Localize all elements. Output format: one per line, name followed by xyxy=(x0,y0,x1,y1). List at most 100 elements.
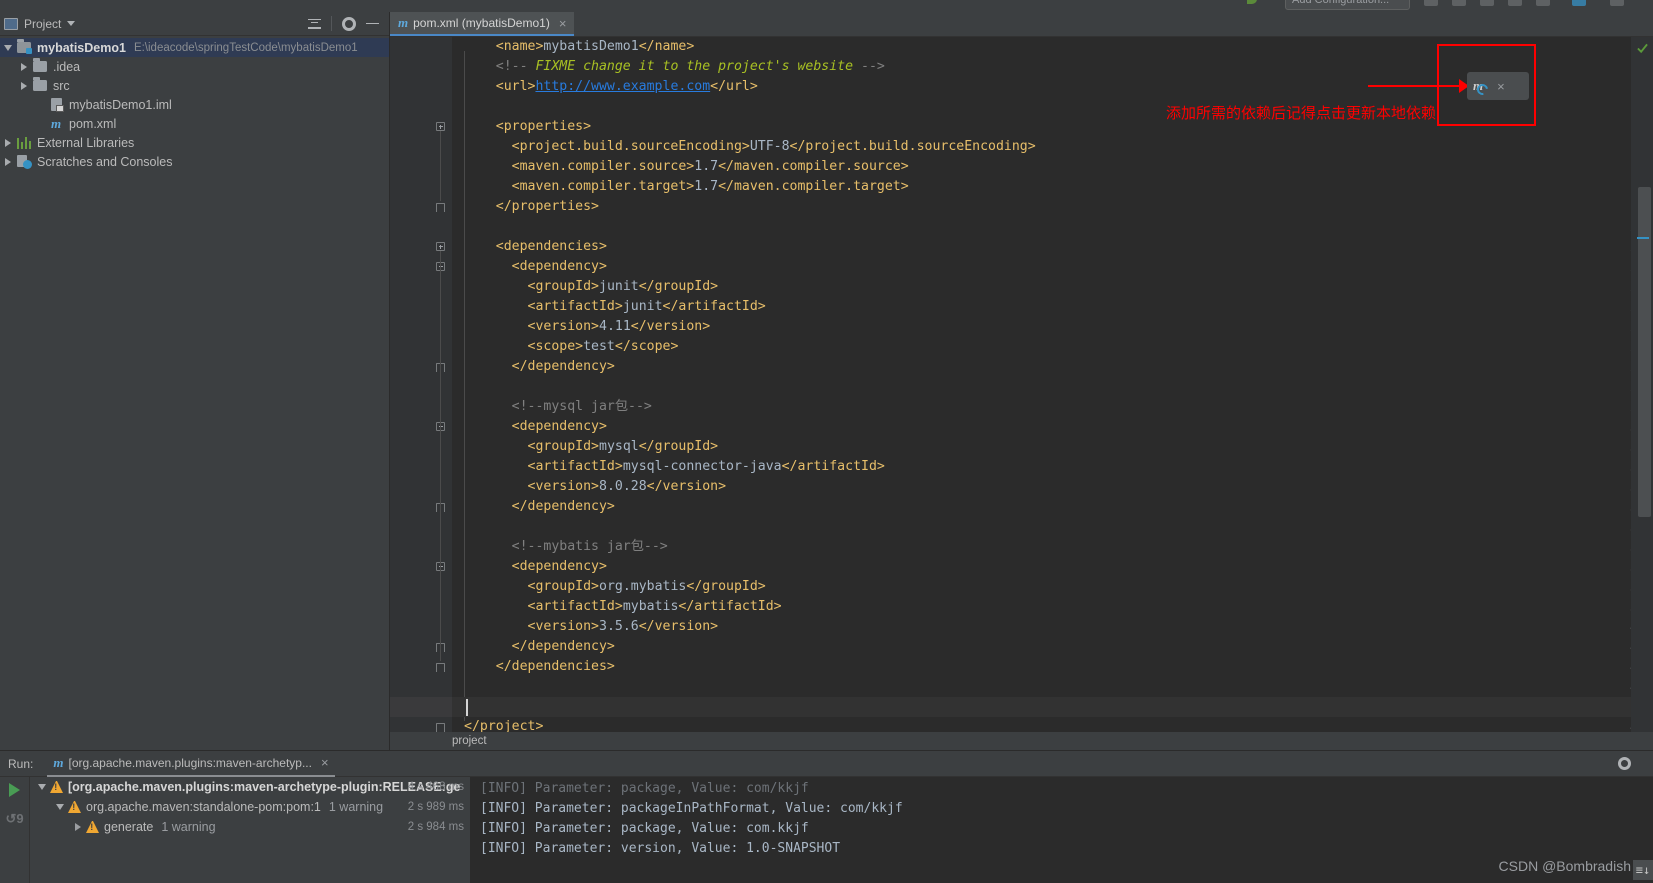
tree-node-external-libraries[interactable]: External Libraries xyxy=(0,133,389,152)
run-tab[interactable]: m [org.apache.maven.plugins:maven-archet… xyxy=(47,751,335,777)
code-line[interactable]: <groupId>junit</groupId> xyxy=(452,277,719,297)
tree-node-mybatisdemo1[interactable]: mybatisDemo1 E:\ideacode\springTestCode\… xyxy=(0,38,389,57)
editor-body[interactable]: 1112131415161718192021222324252627282930… xyxy=(390,37,1653,737)
search-icon[interactable] xyxy=(1572,0,1586,6)
breadcrumb[interactable]: project xyxy=(390,732,1653,750)
code-line[interactable]: <name>mybatisDemo1</name> xyxy=(452,37,695,57)
code-line[interactable] xyxy=(452,697,464,717)
build-tree-row[interactable]: [org.apache.maven.plugins:maven-archetyp… xyxy=(30,777,470,797)
debug-icon[interactable] xyxy=(1452,0,1466,6)
code-line[interactable]: <properties> xyxy=(452,117,591,137)
code-line[interactable]: <dependency> xyxy=(452,557,607,577)
code-line[interactable]: </dependency> xyxy=(452,637,615,657)
code-line[interactable]: <maven.compiler.target>1.7</maven.compil… xyxy=(452,177,909,197)
fold-collapse-icon[interactable] xyxy=(436,203,445,212)
code-line[interactable]: </properties> xyxy=(452,197,599,217)
expand-toggle-icon[interactable] xyxy=(52,804,68,810)
code-line[interactable] xyxy=(452,377,464,397)
console-output[interactable]: [INFO] Parameter: package, Value: com/kk… xyxy=(470,777,1653,883)
run-configuration-selector[interactable]: Add Configuration... xyxy=(1285,0,1410,10)
rerun-icon[interactable]: ↺9 xyxy=(5,811,23,827)
code-line[interactable] xyxy=(452,517,464,537)
code-line[interactable]: <version>4.11</version> xyxy=(452,317,711,337)
tree-node-iml[interactable]: mybatisDemo1.iml xyxy=(0,95,389,114)
scroll-to-end-icon[interactable]: ≡↓ xyxy=(1633,860,1653,880)
code-line[interactable] xyxy=(452,217,464,237)
code-line[interactable]: <dependency> xyxy=(452,257,607,277)
chevron-down-icon[interactable] xyxy=(67,21,76,26)
build-tree-label: generate xyxy=(104,820,154,834)
gear-icon[interactable] xyxy=(342,16,356,31)
editor-tab-pom-xml[interactable]: m pom.xml (mybatisDemo1) × xyxy=(390,12,575,36)
tree-node-src[interactable]: src xyxy=(0,76,389,95)
code-line[interactable]: <dependency> xyxy=(452,417,607,437)
code-line[interactable]: </dependencies> xyxy=(452,657,615,677)
expand-toggle-icon[interactable] xyxy=(16,81,31,90)
close-icon[interactable]: × xyxy=(1497,79,1505,94)
run-icon[interactable] xyxy=(1424,0,1438,6)
fold-collapse-icon[interactable] xyxy=(436,663,445,672)
code-line[interactable]: <artifactId>mybatis</artifactId> xyxy=(452,597,782,617)
code-line[interactable]: <groupId>org.mybatis</groupId> xyxy=(452,577,766,597)
scratches-icon xyxy=(15,155,33,169)
code-line[interactable]: <dependencies> xyxy=(452,237,607,257)
expand-toggle-icon[interactable] xyxy=(70,823,86,831)
coverage-icon[interactable] xyxy=(1480,0,1494,6)
expand-toggle-icon[interactable] xyxy=(16,62,31,71)
editor-fold-column[interactable] xyxy=(434,37,452,737)
code-line[interactable]: </dependency> xyxy=(452,497,615,517)
fold-expand-icon[interactable] xyxy=(436,122,445,131)
error-stripe[interactable] xyxy=(1631,37,1653,737)
code-token: </properties> xyxy=(495,199,599,214)
code-line[interactable] xyxy=(452,97,464,117)
maven-reload-icon[interactable]: m xyxy=(1473,78,1491,98)
maven-reload-popup[interactable]: m × xyxy=(1467,72,1529,100)
stripe-marker[interactable] xyxy=(1637,237,1649,239)
code-line[interactable]: <groupId>mysql</groupId> xyxy=(452,437,719,457)
breadcrumb-item-project[interactable]: project xyxy=(452,735,487,747)
expand-toggle-icon[interactable] xyxy=(34,784,50,790)
code-line[interactable] xyxy=(452,677,464,697)
code-line[interactable]: <!--mybatis jar包--> xyxy=(452,537,668,557)
tree-node-pom-xml[interactable]: m pom.xml xyxy=(0,114,389,133)
code-line[interactable]: <scope>test</scope> xyxy=(452,337,679,357)
hide-icon[interactable] xyxy=(366,22,379,25)
build-tree: [org.apache.maven.plugins:maven-archetyp… xyxy=(30,777,470,883)
code-token: </version> xyxy=(646,479,727,494)
code-line[interactable]: <maven.compiler.source>1.7</maven.compil… xyxy=(452,157,909,177)
code-line[interactable]: <!-- FIXME change it to the project's we… xyxy=(452,57,885,77)
code-line[interactable]: <url>http://www.example.com</url> xyxy=(452,77,758,97)
code-line[interactable]: <artifactId>mysql-connector-java</artifa… xyxy=(452,457,885,477)
code-viewport[interactable]: <name>mybatisDemo1</name> <!-- FIXME cha… xyxy=(452,37,1631,737)
code-line[interactable]: </dependency> xyxy=(452,357,615,377)
editor-tab-label: pom.xml (mybatisDemo1) xyxy=(413,16,550,30)
fold-expand-icon[interactable] xyxy=(436,242,445,251)
run-tab-label: [org.apache.maven.plugins:maven-archetyp… xyxy=(68,755,312,770)
code-line[interactable]: <!--mysql jar包--> xyxy=(452,397,652,417)
iml-file-icon xyxy=(47,98,65,112)
profile-icon[interactable] xyxy=(1508,0,1522,6)
code-line[interactable]: <project.build.sourceEncoding>UTF-8</pro… xyxy=(452,137,1036,157)
build-tree-row[interactable]: generate 1 warning 2 s 984 ms xyxy=(30,817,470,837)
code-token: <scope> xyxy=(527,339,584,354)
run-icon[interactable] xyxy=(9,783,20,797)
stop-icon[interactable] xyxy=(1536,0,1550,6)
window-icon[interactable] xyxy=(1610,0,1624,6)
code-line[interactable]: <version>3.5.6</version> xyxy=(452,617,719,637)
code-line[interactable]: <version>8.0.28</version> xyxy=(452,477,727,497)
gear-icon[interactable] xyxy=(1618,757,1631,770)
expand-toggle-icon[interactable] xyxy=(0,44,15,51)
collapse-all-icon[interactable] xyxy=(308,18,321,30)
build-tree-row[interactable]: org.apache.maven:standalone-pom:pom:1 1 … xyxy=(30,797,470,817)
expand-toggle-icon[interactable] xyxy=(0,138,15,147)
tree-node-scratches-and-consoles[interactable]: Scratches and Consoles xyxy=(0,152,389,171)
fold-collapse-icon[interactable] xyxy=(436,723,445,732)
close-icon[interactable]: × xyxy=(559,16,567,31)
tree-node-idea[interactable]: .idea xyxy=(0,57,389,76)
expand-toggle-icon[interactable] xyxy=(0,157,15,166)
code-line[interactable]: <artifactId>junit</artifactId> xyxy=(452,297,766,317)
close-icon[interactable]: × xyxy=(321,755,329,770)
